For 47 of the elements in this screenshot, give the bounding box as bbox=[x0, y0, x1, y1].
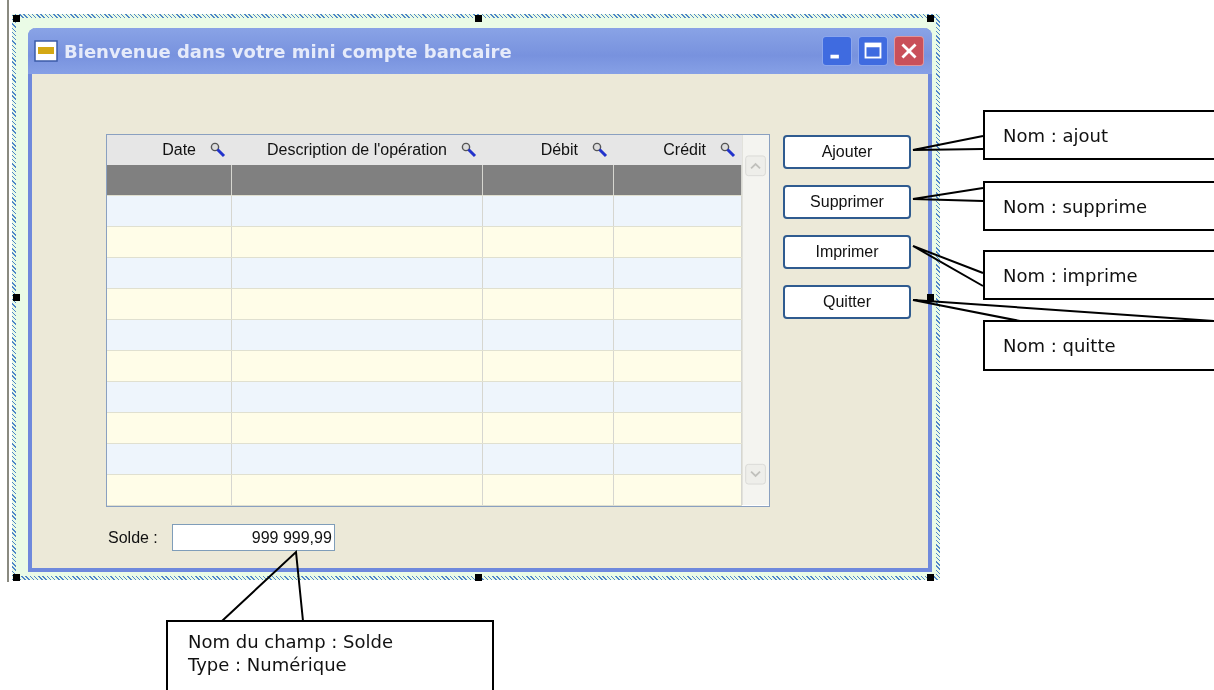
resize-handle[interactable] bbox=[927, 294, 934, 301]
magnifier-icon[interactable] bbox=[210, 142, 226, 158]
table-row[interactable] bbox=[107, 227, 742, 258]
column-header[interactable]: Débit bbox=[540, 141, 578, 159]
close-button[interactable] bbox=[894, 36, 924, 66]
column-header[interactable]: Crédit bbox=[663, 141, 706, 159]
action-button[interactable]: Imprimer bbox=[783, 235, 911, 269]
callout-box: Nom : supprime bbox=[983, 181, 1214, 231]
resize-handle[interactable] bbox=[927, 574, 934, 581]
table-row[interactable] bbox=[107, 320, 742, 351]
table-row[interactable] bbox=[107, 258, 742, 289]
table-row[interactable] bbox=[107, 444, 742, 475]
leader-line bbox=[912, 187, 984, 202]
maximize-button[interactable] bbox=[858, 36, 888, 66]
resize-handle[interactable] bbox=[927, 15, 934, 22]
resize-handle[interactable] bbox=[13, 294, 20, 301]
leader-line bbox=[912, 245, 984, 287]
resize-handle[interactable] bbox=[475, 15, 482, 22]
callout-box: Nom : ajout bbox=[983, 110, 1214, 160]
table-row[interactable] bbox=[107, 351, 742, 382]
action-button[interactable]: Ajouter bbox=[783, 135, 911, 169]
callout-box: Nom du champ : Solde Type : Numérique bbox=[166, 620, 494, 690]
table-row[interactable] bbox=[107, 382, 742, 413]
table-row[interactable] bbox=[107, 165, 742, 196]
action-button[interactable]: Quitter bbox=[783, 285, 911, 319]
column-header[interactable]: Date bbox=[162, 141, 196, 159]
app-logo-icon bbox=[34, 40, 58, 62]
table-row[interactable] bbox=[107, 196, 742, 227]
magnifier-icon[interactable] bbox=[720, 142, 736, 158]
resize-handle[interactable] bbox=[475, 574, 482, 581]
balance-field[interactable]: 999 999,99 bbox=[171, 524, 335, 551]
table-row[interactable] bbox=[107, 413, 742, 444]
field-label: Solde : bbox=[108, 528, 158, 547]
table-row[interactable] bbox=[107, 289, 742, 320]
minimize-button[interactable] bbox=[822, 36, 852, 66]
resize-handle[interactable] bbox=[13, 15, 20, 22]
callout-box: Nom : imprime bbox=[983, 250, 1214, 300]
table-row[interactable] bbox=[107, 475, 742, 506]
resize-handle[interactable] bbox=[13, 574, 20, 581]
scrollbar[interactable] bbox=[742, 135, 769, 505]
window-title: Bienvenue dans votre mini compte bancaire bbox=[64, 40, 513, 62]
action-button[interactable]: Supprimer bbox=[783, 185, 911, 219]
callout-box: Nom : quitte bbox=[983, 320, 1214, 371]
magnifier-icon[interactable] bbox=[592, 142, 608, 158]
magnifier-icon[interactable] bbox=[461, 142, 477, 158]
leader-line bbox=[912, 135, 984, 151]
column-header[interactable]: Description de l'opération bbox=[266, 141, 447, 159]
